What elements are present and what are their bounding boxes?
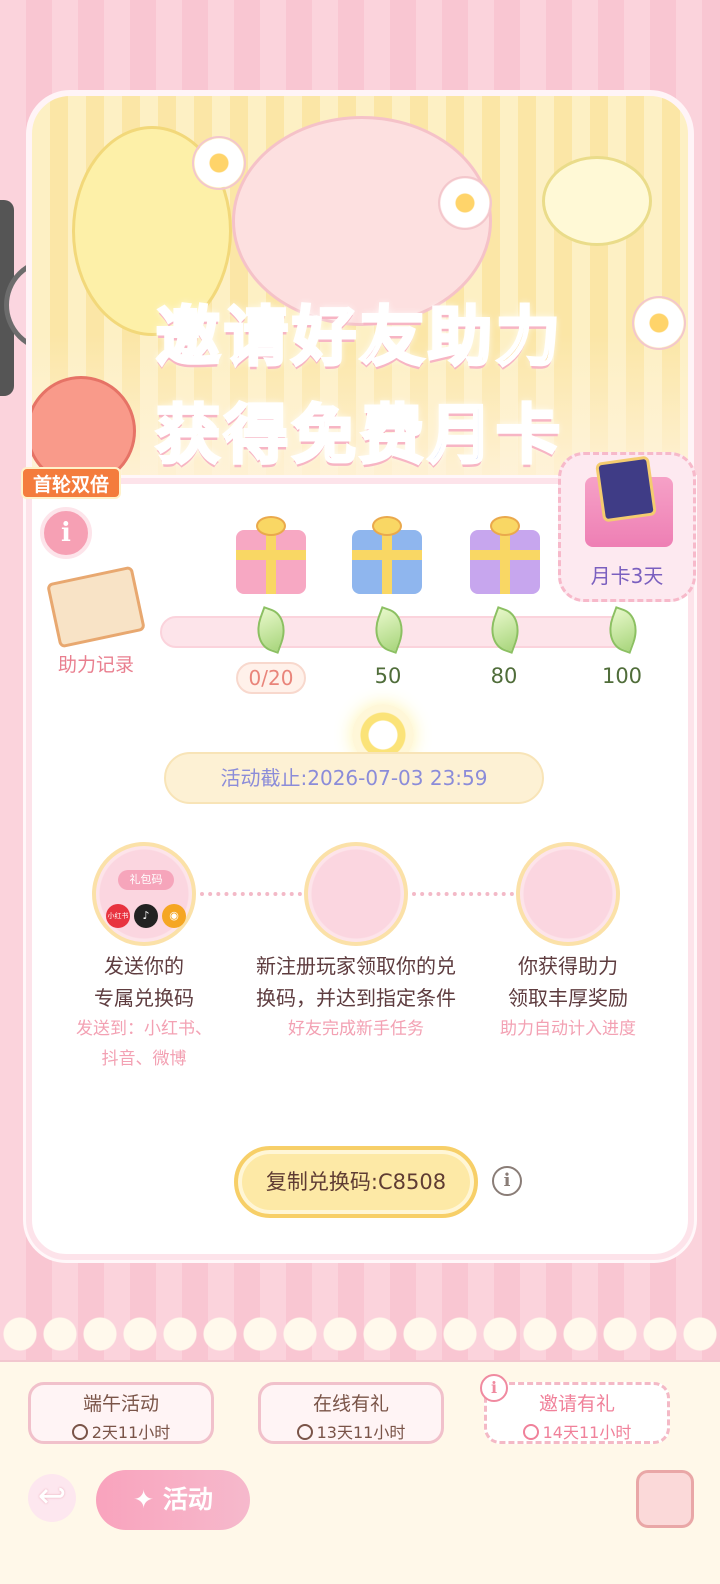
milestone-gift-icon[interactable]: [470, 516, 540, 594]
step-subtitle: 抖音、微博: [101, 1049, 187, 1069]
tab-countdown: 13天11小时: [261, 1419, 441, 1443]
tab-countdown-text: 13天11小时: [316, 1423, 406, 1442]
step-title: 领取丰厚奖励: [508, 986, 628, 1010]
chick-mascot-illustration: [542, 156, 652, 246]
tab-dragon-boat-event[interactable]: 端午活动 2天11小时: [28, 1382, 214, 1444]
back-arrow-icon[interactable]: ↩: [28, 1474, 76, 1522]
assist-progress-count: 0/20: [236, 662, 306, 694]
copy-invite-code-button[interactable]: 复制兑换码:C8508: [234, 1146, 478, 1218]
milestone-gift-icon[interactable]: [352, 516, 422, 594]
milestone-label: 50: [374, 664, 402, 688]
step-title: 发送你的: [104, 954, 184, 978]
flower-decoration: [438, 176, 492, 230]
clock-icon: [296, 1424, 313, 1440]
tab-title: 在线有礼: [312, 1393, 389, 1415]
step-subtitle: 助力自动计入进度: [500, 1019, 636, 1039]
step-connector: [412, 892, 514, 896]
tab-title: 端午活动: [82, 1393, 159, 1415]
tab-countdown-text: 2天11小时: [91, 1423, 171, 1442]
tab-title: 邀请有礼: [538, 1393, 615, 1415]
tab-info-icon[interactable]: i: [480, 1374, 508, 1402]
step-title: 专属兑换码: [94, 986, 194, 1010]
step-send-code-icon: 礼包码 小红书 ♪ ◉: [92, 842, 196, 946]
activity-button[interactable]: ✦ 活动: [96, 1470, 250, 1530]
banner-title-line1: 邀请好友助力: [155, 300, 564, 377]
gift-code-label: 礼包码: [118, 870, 174, 890]
assist-record-label[interactable]: 助力记录: [58, 650, 158, 677]
step-send-code: 发送你的 专属兑换码 发送到：小红书、 抖音、微博: [56, 950, 232, 1074]
tab-countdown: 2天11小时: [31, 1419, 211, 1443]
step-reward: 你获得助力 领取丰厚奖励 助力自动计入进度: [478, 950, 658, 1044]
flower-decoration: [192, 136, 246, 190]
rules-info-icon[interactable]: i: [40, 507, 92, 559]
step-connector: [200, 892, 302, 896]
monthly-card-reward-label: 月卡3天: [590, 564, 664, 588]
step-subtitle: 好友完成新手任务: [288, 1019, 424, 1039]
step-subtitle: 发送到：小红书、: [76, 1019, 212, 1039]
tab-invite-gift[interactable]: 邀请有礼 14天11小时: [484, 1382, 670, 1444]
tab-countdown: 14天11小时: [487, 1419, 667, 1443]
step-title: 换码，并达到指定条件: [256, 986, 456, 1010]
lace-border-decoration: [0, 1290, 720, 1354]
event-deadline: 活动截止:2026-07-03 23:59: [164, 752, 544, 804]
sparkle-icon: ✦: [133, 1485, 163, 1514]
tab-online-gift[interactable]: 在线有礼 13天11小时: [258, 1382, 444, 1444]
milestone-label: 80: [490, 664, 518, 688]
step-reward-gift-icon: [516, 842, 620, 946]
milestone-gift-icon[interactable]: [236, 516, 306, 594]
clock-icon: [522, 1424, 539, 1440]
weibo-icon: ◉: [162, 904, 186, 928]
step-register: 新注册玩家领取你的兑 换码，并达到指定条件 好友完成新手任务: [236, 950, 476, 1044]
step-title: 新注册玩家领取你的兑: [256, 954, 456, 978]
douyin-icon: ♪: [134, 904, 158, 928]
step-register-icon: [304, 842, 408, 946]
clock-icon: [71, 1424, 88, 1440]
milestone-label: 100: [601, 664, 643, 688]
step-title: 你获得助力: [518, 954, 618, 978]
tab-countdown-text: 14天11小时: [542, 1423, 632, 1442]
double-first-round-badge: 首轮双倍: [21, 467, 121, 499]
xiaohongshu-icon: 小红书: [106, 904, 130, 928]
code-info-icon[interactable]: i: [492, 1166, 522, 1196]
activity-button-label: 活动: [162, 1485, 213, 1514]
calendar-icon[interactable]: [636, 1470, 694, 1528]
